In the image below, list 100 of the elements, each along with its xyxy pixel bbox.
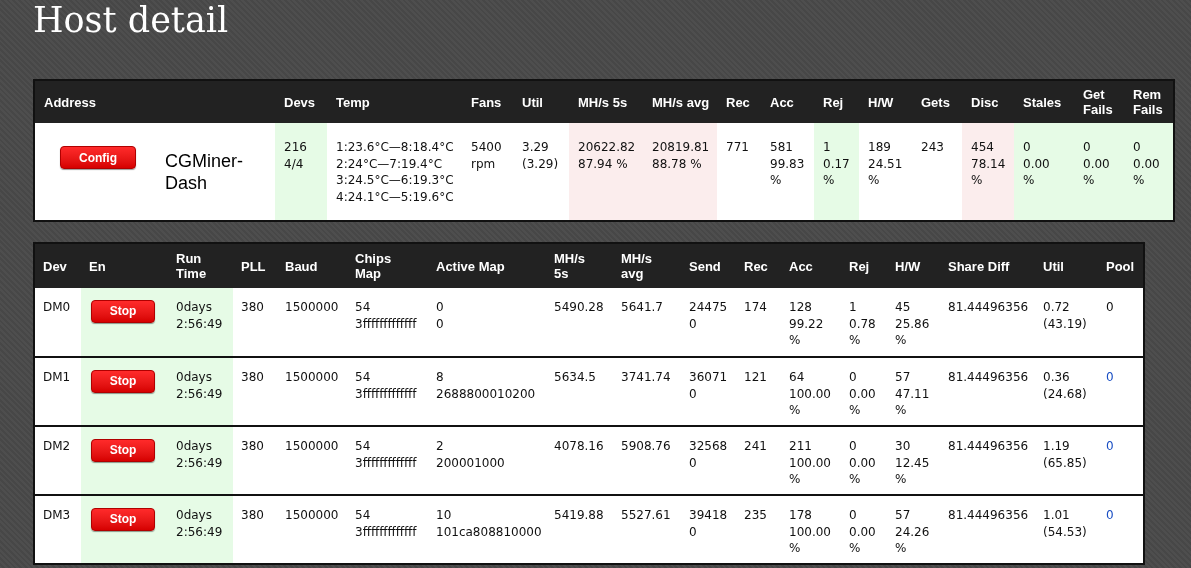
- table-cell: DM2: [34, 426, 81, 495]
- column-header: Run Time: [168, 243, 233, 288]
- table-cell: 1.01 (54.53): [1035, 495, 1098, 564]
- config-button[interactable]: Config: [60, 146, 136, 169]
- table-cell: 380: [233, 495, 277, 564]
- column-header: H/W: [887, 243, 940, 288]
- table-cell: 174: [736, 288, 781, 357]
- table-cell: 64 100.00 %: [781, 357, 841, 426]
- column-header: Acc: [781, 243, 841, 288]
- table-cell: 5400 rpm: [462, 123, 513, 221]
- table-cell: 1 0.78 %: [841, 288, 887, 357]
- table-cell: DM0: [34, 288, 81, 357]
- column-header: Temp: [327, 80, 462, 123]
- column-header: Acc: [761, 80, 814, 123]
- table-cell: 0days 2:56:49: [168, 495, 233, 564]
- table-cell: 0 0.00 %: [1124, 123, 1174, 221]
- pool-link[interactable]: 0: [1098, 495, 1144, 564]
- table-cell: 3.29 (3.29): [513, 123, 569, 221]
- table-cell: 5419.88: [546, 495, 613, 564]
- table-cell: 5490.28: [546, 288, 613, 357]
- table-cell: 2 200001000: [428, 426, 546, 495]
- table-cell: 54 3fffffffffffff: [347, 495, 428, 564]
- table-cell: 128 99.22 %: [781, 288, 841, 357]
- column-header: Baud: [277, 243, 347, 288]
- table-cell: 1:23.6°C—8:18.4°C 2:24°C—7:19.4°C 3:24.5°C—6:19.3°C 4:24.1°C—5:19.6°C: [327, 123, 462, 221]
- table-cell: 211 100.00 %: [781, 426, 841, 495]
- table-cell: 454 78.14 %: [962, 123, 1014, 221]
- table-cell: 0 0: [428, 288, 546, 357]
- column-header: Rec: [736, 243, 781, 288]
- table-cell: 10 101ca808810000: [428, 495, 546, 564]
- table-cell: 1500000: [277, 357, 347, 426]
- column-header: Pool: [1098, 243, 1144, 288]
- stop-button[interactable]: Stop: [91, 438, 155, 462]
- table-cell: 380: [233, 426, 277, 495]
- column-header: Send: [681, 243, 736, 288]
- column-header: PLL: [233, 243, 277, 288]
- table-cell: 5527.61: [613, 495, 681, 564]
- table-cell: 235: [736, 495, 781, 564]
- table-cell: 81.44496356: [940, 288, 1035, 357]
- stop-button[interactable]: Stop: [91, 299, 155, 323]
- column-header: Rej: [841, 243, 887, 288]
- column-header: Devs: [275, 80, 327, 123]
- table-cell: 57 47.11 %: [887, 357, 940, 426]
- table-cell: 0days 2:56:49: [168, 426, 233, 495]
- column-header: MH/s avg: [613, 243, 681, 288]
- pool-link[interactable]: 0: [1098, 357, 1144, 426]
- table-cell: 0.72 (43.19): [1035, 288, 1098, 357]
- table-cell: 1500000: [277, 288, 347, 357]
- table-cell: 771: [717, 123, 761, 221]
- table-cell: 241: [736, 426, 781, 495]
- table-cell: DM1: [34, 357, 81, 426]
- table-cell: 0: [1098, 288, 1144, 357]
- pool-link[interactable]: 0: [1098, 426, 1144, 495]
- table-cell: 1500000: [277, 495, 347, 564]
- table-cell: 32568 0: [681, 426, 736, 495]
- table-cell: 30 12.45 %: [887, 426, 940, 495]
- table-cell: 216 4/4: [275, 123, 327, 221]
- column-header: MH/s avg: [643, 80, 717, 123]
- table-cell: 121: [736, 357, 781, 426]
- table-cell: DM3: [34, 495, 81, 564]
- table-cell: 5641.7: [613, 288, 681, 357]
- column-header: Util: [1035, 243, 1098, 288]
- column-header: Disc: [962, 80, 1014, 123]
- column-header: Chips Map: [347, 243, 428, 288]
- table-cell: 189 24.51 %: [859, 123, 912, 221]
- table-cell: 0days 2:56:49: [168, 288, 233, 357]
- column-header: Share Diff: [940, 243, 1035, 288]
- table-cell: 5634.5: [546, 357, 613, 426]
- table-cell: 0 0.00 %: [1014, 123, 1074, 221]
- table-cell: 0.36 (24.68): [1035, 357, 1098, 426]
- stop-button[interactable]: Stop: [91, 369, 155, 393]
- table-cell: 39418 0: [681, 495, 736, 564]
- table-cell: 0 0.00 %: [841, 426, 887, 495]
- column-header: Get Fails: [1074, 80, 1124, 123]
- table-cell: 45 25.86 %: [887, 288, 940, 357]
- column-header: Rec: [717, 80, 761, 123]
- column-header: H/W: [859, 80, 912, 123]
- table-cell: 36071 0: [681, 357, 736, 426]
- column-header: Rem Fails: [1124, 80, 1174, 123]
- column-header: Address: [34, 80, 275, 123]
- table-cell: 54 3fffffffffffff: [347, 288, 428, 357]
- table-cell: 20819.81 88.78 %: [643, 123, 717, 221]
- table-cell: 1.19 (65.85): [1035, 426, 1098, 495]
- table-cell: 5908.76: [613, 426, 681, 495]
- table-cell: 0days 2:56:49: [168, 357, 233, 426]
- table-cell: 0 0.00 %: [841, 495, 887, 564]
- table-cell: 20622.82 87.94 %: [569, 123, 643, 221]
- table-cell: 3741.74: [613, 357, 681, 426]
- table-cell: 24475 0: [681, 288, 736, 357]
- column-header: Active Map: [428, 243, 546, 288]
- table-cell: 81.44496356: [940, 426, 1035, 495]
- table-cell: 178 100.00 %: [781, 495, 841, 564]
- stop-button[interactable]: Stop: [91, 507, 155, 531]
- table-cell: 1500000: [277, 426, 347, 495]
- table-cell: 54 3fffffffffffff: [347, 357, 428, 426]
- table-cell: 0 0.00 %: [841, 357, 887, 426]
- table-cell: 4078.16: [546, 426, 613, 495]
- table-cell: 1 0.17 %: [814, 123, 859, 221]
- table-cell: 243: [912, 123, 962, 221]
- table-cell: 380: [233, 288, 277, 357]
